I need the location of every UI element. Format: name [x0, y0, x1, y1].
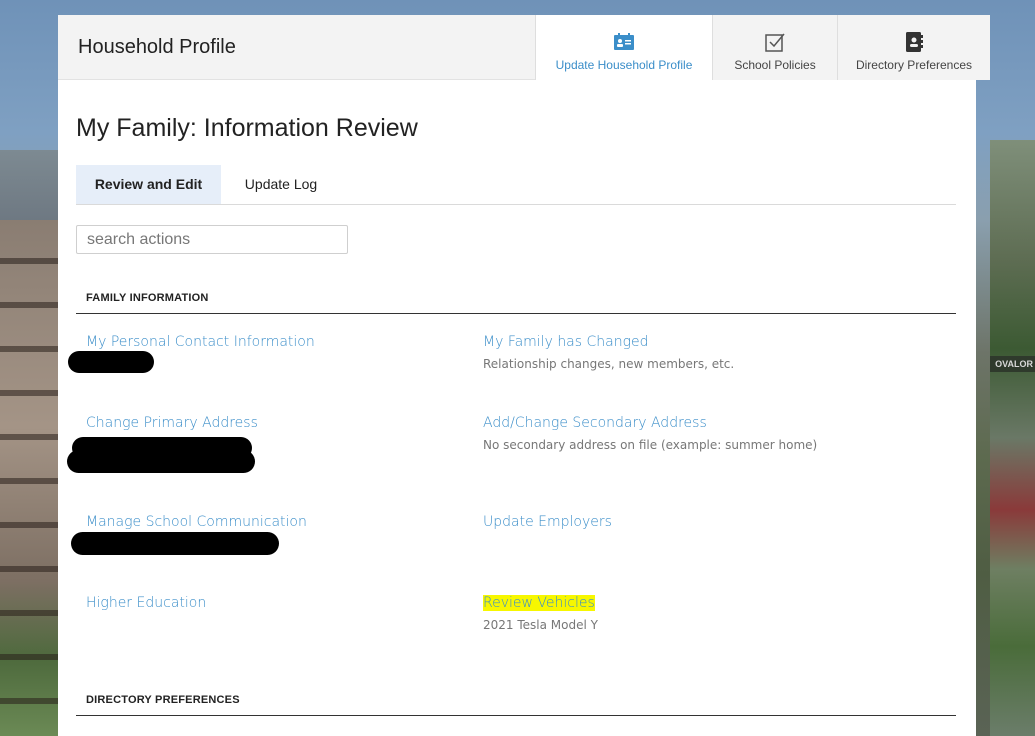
add-change-secondary-address-link[interactable]: Add/Change Secondary Address: [483, 415, 707, 431]
search-input[interactable]: [76, 225, 348, 254]
main-card: My Family: Information Review Review and…: [58, 80, 976, 736]
section-directory-preferences: DIRECTORY PREFERENCES: [76, 694, 956, 716]
item-description: 2021 Tesla Model Y: [483, 618, 598, 632]
list-item: Add/Change Secondary Address No secondar…: [483, 414, 863, 452]
list-item: My Family has Changed Relationship chang…: [483, 333, 863, 371]
redacted-block: [71, 532, 279, 555]
tab-directory-preferences[interactable]: Directory Preferences: [837, 15, 990, 80]
item-description: No secondary address on file (example: s…: [483, 438, 818, 452]
tab-update-log[interactable]: Update Log: [221, 165, 341, 204]
redacted-block: [67, 450, 255, 473]
update-employers-link[interactable]: Update Employers: [483, 514, 612, 530]
section-family-information: FAMILY INFORMATION: [76, 292, 956, 314]
section-label: FAMILY INFORMATION: [86, 292, 209, 304]
background-sign: OVALOR: [990, 356, 1035, 372]
tab-label: Directory Preferences: [855, 58, 973, 72]
tab-label: Update Household Profile: [555, 58, 693, 72]
section-label: DIRECTORY PREFERENCES: [86, 694, 240, 706]
page-title: My Family: Information Review: [76, 114, 418, 142]
higher-education-link[interactable]: Higher Education: [86, 595, 206, 611]
list-item: Manage School Communication: [86, 513, 466, 531]
list-item: My Personal Contact Information: [86, 333, 466, 351]
sub-tab-bar: Review and Edit Update Log: [76, 165, 956, 205]
list-item: Higher Education: [86, 594, 466, 612]
tab-review-and-edit[interactable]: Review and Edit: [76, 165, 221, 204]
header-title: Household Profile: [78, 36, 236, 58]
tab-label: School Policies: [734, 58, 816, 72]
list-item: Review Vehicles 2021 Tesla Model Y: [483, 594, 863, 632]
my-personal-contact-information-link[interactable]: My Personal Contact Information: [86, 334, 315, 350]
background-field: [990, 140, 1035, 736]
change-primary-address-link[interactable]: Change Primary Address: [86, 415, 258, 431]
background-roof: [0, 150, 58, 230]
redacted-block: [68, 351, 154, 373]
background-building: [0, 220, 58, 736]
id-card-icon: [614, 33, 634, 50]
list-item: Update Employers: [483, 513, 863, 531]
tab-school-policies[interactable]: School Policies: [712, 15, 837, 80]
profile-header: Household Profile Update Household Profi…: [58, 15, 990, 81]
my-family-has-changed-link[interactable]: My Family has Changed: [483, 334, 649, 350]
address-book-icon: [906, 32, 923, 52]
list-item: Change Primary Address: [86, 414, 466, 432]
review-vehicles-link[interactable]: Review Vehicles: [483, 595, 595, 611]
checkbox-icon: [765, 33, 785, 52]
manage-school-communication-link[interactable]: Manage School Communication: [86, 514, 307, 530]
item-description: Relationship changes, new members, etc.: [483, 357, 735, 371]
tab-update-household-profile[interactable]: Update Household Profile: [535, 15, 712, 81]
